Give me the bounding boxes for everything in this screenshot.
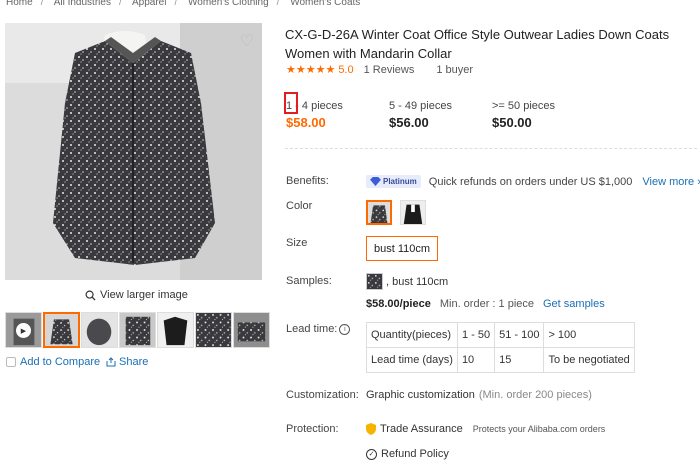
section-divider [285,148,697,149]
benefits-row: Platinum Quick refunds on orders under U… [366,175,700,188]
price-tier-3: >= 50 pieces $50.00 [492,100,555,130]
thumbnail-strip: ▶ [5,312,270,348]
color-swatch-black[interactable] [400,200,426,225]
table-cell: To be negotiated [543,347,635,373]
trade-assurance-row[interactable]: Trade Assurance Protects your Alibaba.co… [366,423,605,435]
table-row: Quantity(pieces) 1 - 50 51 - 100 > 100 [366,322,635,348]
compare-checkbox[interactable] [6,357,16,367]
breadcrumb-all-industries[interactable]: All Industries [54,0,111,8]
play-icon: ▶ [16,323,31,338]
thumbnail-image[interactable] [119,312,156,348]
table-cell: 15 [494,347,545,373]
customization-value: Graphic customization (Min. order 200 pie… [366,389,592,401]
refund-policy-label: Refund Policy [381,448,449,460]
table-cell: > 100 [543,322,635,348]
view-larger-image-link[interactable]: View larger image [85,289,188,301]
view-more-link[interactable]: View more › [642,176,700,188]
rating-row: ★★★★★ 5.0 1 Reviews 1 buyer [286,63,474,77]
coat-photo [5,23,262,280]
trade-assurance-subtext: Protects your Alibaba.com orders [472,424,606,434]
tier-quantity: 1 - 4 pieces [284,92,343,114]
thumbnail-video[interactable]: ▶ [5,312,42,348]
share-link[interactable]: Share [106,356,148,368]
sample-price: $58.00/piece [366,298,431,310]
sample-variant: , bust 110cm [366,273,448,290]
thumbnail-image[interactable] [81,312,118,348]
sample-min-order: Min. order : 1 piece [439,298,534,310]
tier-price: $56.00 [389,115,429,130]
customization-label: Customization: [286,389,359,401]
benefits-label: Benefits: [286,175,329,187]
samples-label: Samples: [286,275,332,287]
thumbnail-image[interactable] [157,312,194,348]
color-swatch-silver[interactable] [366,200,392,225]
trade-assurance-shield-icon [366,423,376,435]
lead-time-label: Lead time: i [286,323,351,335]
breadcrumb: Home / All Industries / Apparel / Women's C… [6,0,360,11]
thumbnail-image[interactable] [233,312,270,348]
customization-note: (Min. order 200 pieces) [478,389,592,401]
price-tier-2: 5 - 49 pieces $56.00 [389,100,452,130]
check-circle-icon: ✓ [366,448,377,460]
add-to-compare[interactable]: Add to Compare [6,356,100,368]
size-label: Size [286,237,308,249]
tier-quantity: 5 - 49 pieces [389,100,452,112]
tier-price: $58.00 [286,115,326,130]
info-icon[interactable]: i [339,323,351,335]
buyer-count: 1 buyer [436,63,474,76]
price-tier-1: 1 - 4 pieces $58.00 [284,92,343,130]
breadcrumb-home[interactable]: Home [6,0,33,8]
table-cell: 1 - 50 [456,322,496,348]
sample-thumbnail [366,273,383,290]
share-icon [106,357,116,367]
table-cell: 51 - 100 [494,322,545,348]
size-option-selected[interactable]: bust 110cm [366,236,438,261]
star-rating-icon: ★★★★★ [286,64,336,76]
table-cell: 10 [456,347,496,373]
magnifier-icon [85,290,96,301]
reviews-link[interactable]: 1 Reviews [364,64,415,76]
table-row: Lead time (days) 10 15 To be negotiated [366,347,635,373]
favorite-heart-icon[interactable]: ♡ [240,31,254,51]
diamond-icon [370,177,381,186]
thumbnail-image[interactable] [43,312,80,348]
benefits-text: Quick refunds on orders under US $1,000 [428,175,633,188]
sample-variant-text: , bust 110cm [386,275,449,288]
get-samples-link[interactable]: Get samples [543,298,605,310]
add-to-compare-label: Add to Compare [20,356,101,368]
product-title: CX-G-D-26A Winter Coat Office Style Outw… [285,27,670,61]
tier-quantity: >= 50 pieces [492,100,555,112]
lead-time-table: Quantity(pieces) 1 - 50 51 - 100 > 100 L… [366,322,635,373]
share-label: Share [119,356,149,368]
trade-assurance-label: Trade Assurance [380,423,463,435]
main-product-image[interactable]: ♡ [5,23,262,280]
breadcrumb-womens-clothing[interactable]: Women's Clothing [188,0,269,8]
thumbnail-image[interactable] [195,312,232,348]
breadcrumb-apparel[interactable]: Apparel [132,0,166,8]
color-label: Color [286,200,313,212]
refund-policy-row[interactable]: ✓ Refund Policy [366,448,449,460]
platinum-badge: Platinum [366,175,421,188]
sample-price-row: $58.00/piece Min. order : 1 piece Get sa… [366,298,605,310]
breadcrumb-womens-coats[interactable]: Women's Coats [290,0,360,8]
table-cell: Quantity(pieces) [366,322,458,348]
quantity-highlight-box [284,92,298,114]
tier-price: $50.00 [492,115,532,130]
protection-label: Protection: [286,423,339,435]
table-cell: Lead time (days) [366,347,458,373]
rating-score: 5.0 [338,63,354,76]
view-larger-label: View larger image [100,289,188,301]
